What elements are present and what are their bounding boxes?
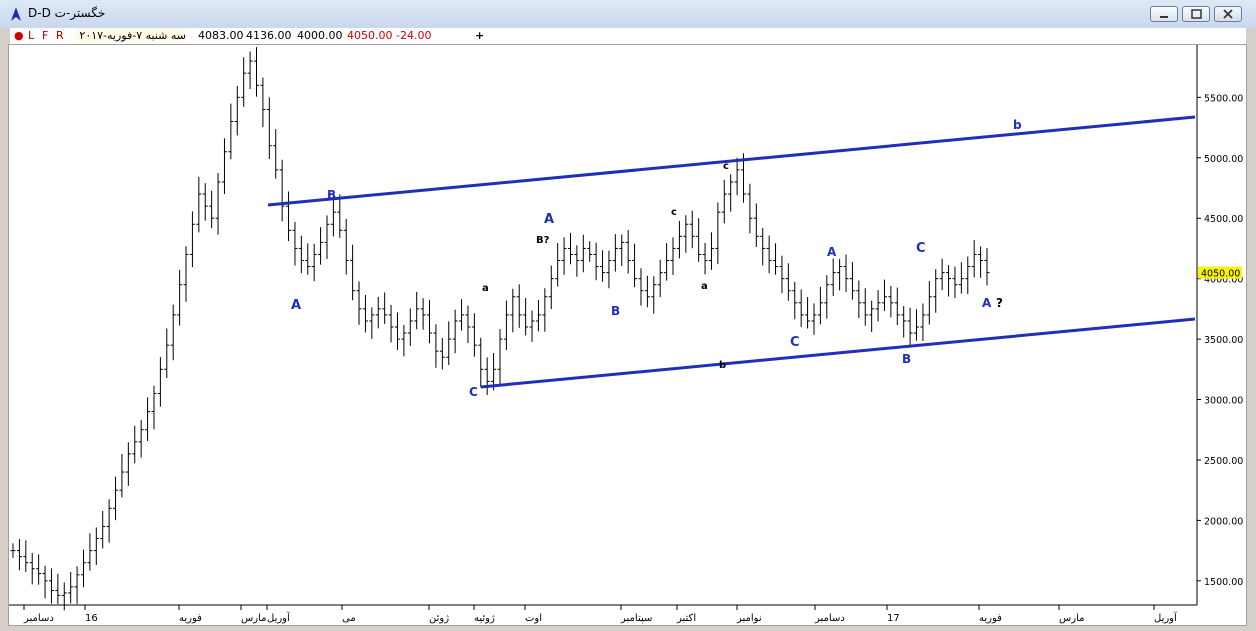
wave-label: b	[719, 360, 726, 371]
upper-channel-line[interactable]	[267, 115, 1196, 207]
low-value: 4000.00	[297, 29, 343, 42]
x-tick-label: 17	[887, 613, 900, 624]
window-title: خگستر-ت D-D	[28, 6, 106, 20]
x-tick-label: فوریه	[179, 613, 202, 624]
y-tick-label: 5000.00	[1204, 154, 1243, 165]
wave-label: B	[902, 352, 911, 366]
x-tick-label: فوریه	[979, 613, 1002, 624]
y-tick-label: 1500.00	[1204, 577, 1243, 588]
y-tick-label: 2500.00	[1204, 456, 1243, 467]
y-tick-label: 4500.00	[1204, 214, 1243, 225]
record-dot-icon: ●	[14, 29, 24, 42]
add-indicator-button[interactable]: +	[475, 29, 484, 42]
bar-date: سه شنبه ۷-فوریه-۲۰۱۷	[76, 29, 186, 42]
x-tick-label: آوریل	[1154, 611, 1178, 624]
high-value: 4136.00	[246, 29, 292, 42]
wave-label: B?	[536, 235, 550, 246]
wave-label: B	[327, 188, 336, 202]
y-tick-label: 5500.00	[1204, 93, 1243, 104]
wave-label: c	[723, 161, 729, 172]
x-tick-label: ژوئن	[429, 613, 449, 624]
x-tick-label: آوریل	[267, 611, 291, 624]
x-tick-label: دسامبر	[814, 613, 845, 624]
y-tick-label: 3500.00	[1204, 335, 1243, 346]
minimize-icon	[1160, 16, 1168, 18]
x-tick-label: می	[342, 613, 356, 624]
flag-r-button[interactable]: R	[56, 29, 64, 42]
price-chart[interactable]: 1500.002000.002500.003000.003500.004000.…	[9, 45, 1246, 625]
chart-frame: 1500.00 2000.00 2500.00 3000.00 3500.00 4000.…	[8, 44, 1247, 626]
y-tick-label: 2000.00	[1204, 516, 1243, 527]
question-mark-label: ?	[996, 296, 1003, 310]
flag-f-button[interactable]: F	[42, 29, 48, 42]
x-tick-label: اوت	[525, 613, 542, 624]
wave-label: b	[1013, 118, 1022, 132]
minimize-button[interactable]	[1150, 6, 1178, 22]
wave-label: A	[982, 296, 992, 310]
wave-label: c	[671, 207, 677, 218]
wave-label: B	[611, 304, 620, 318]
wave-label: a	[482, 283, 489, 294]
wave-label: A	[291, 298, 301, 313]
change-value: -24.00	[396, 29, 432, 42]
wave-label: C	[916, 241, 926, 256]
close-icon	[1223, 9, 1233, 19]
x-tick-label: سپتامبر	[620, 613, 652, 624]
quote-info-bar: ● L F R سه شنبه ۷-فوریه-۲۰۱۷ 4083.00 413…	[10, 28, 1246, 45]
wave-label: a	[701, 281, 708, 292]
open-value: 4083.00	[198, 29, 244, 42]
close-button[interactable]	[1214, 6, 1242, 22]
x-tick-label: ژوئیه	[474, 613, 495, 624]
x-tick-label: مارس	[1059, 613, 1084, 624]
last-price-label: 4050.00	[1201, 269, 1240, 280]
y-tick-label: 3000.00	[1204, 396, 1243, 407]
x-tick-label: اکتبر	[676, 613, 696, 624]
wave-label: C	[790, 335, 800, 350]
restore-icon	[1191, 9, 1202, 19]
x-tick-label: دسامبر	[23, 613, 54, 624]
wave-label: A	[827, 245, 837, 259]
x-tick-label: 16	[85, 613, 98, 624]
lower-channel-line[interactable]	[480, 317, 1196, 389]
close-value: 4050.00	[347, 29, 393, 42]
flag-l-button[interactable]: L	[28, 29, 34, 42]
wave-label: C	[469, 385, 478, 399]
x-tick-label: مارس	[241, 613, 266, 624]
restore-button[interactable]	[1182, 6, 1210, 22]
app-logo-icon	[11, 7, 21, 21]
wave-label: A	[544, 212, 554, 227]
x-tick-label: نوامبر	[736, 613, 762, 624]
window-titlebar: خگستر-ت D-D	[0, 0, 1256, 28]
